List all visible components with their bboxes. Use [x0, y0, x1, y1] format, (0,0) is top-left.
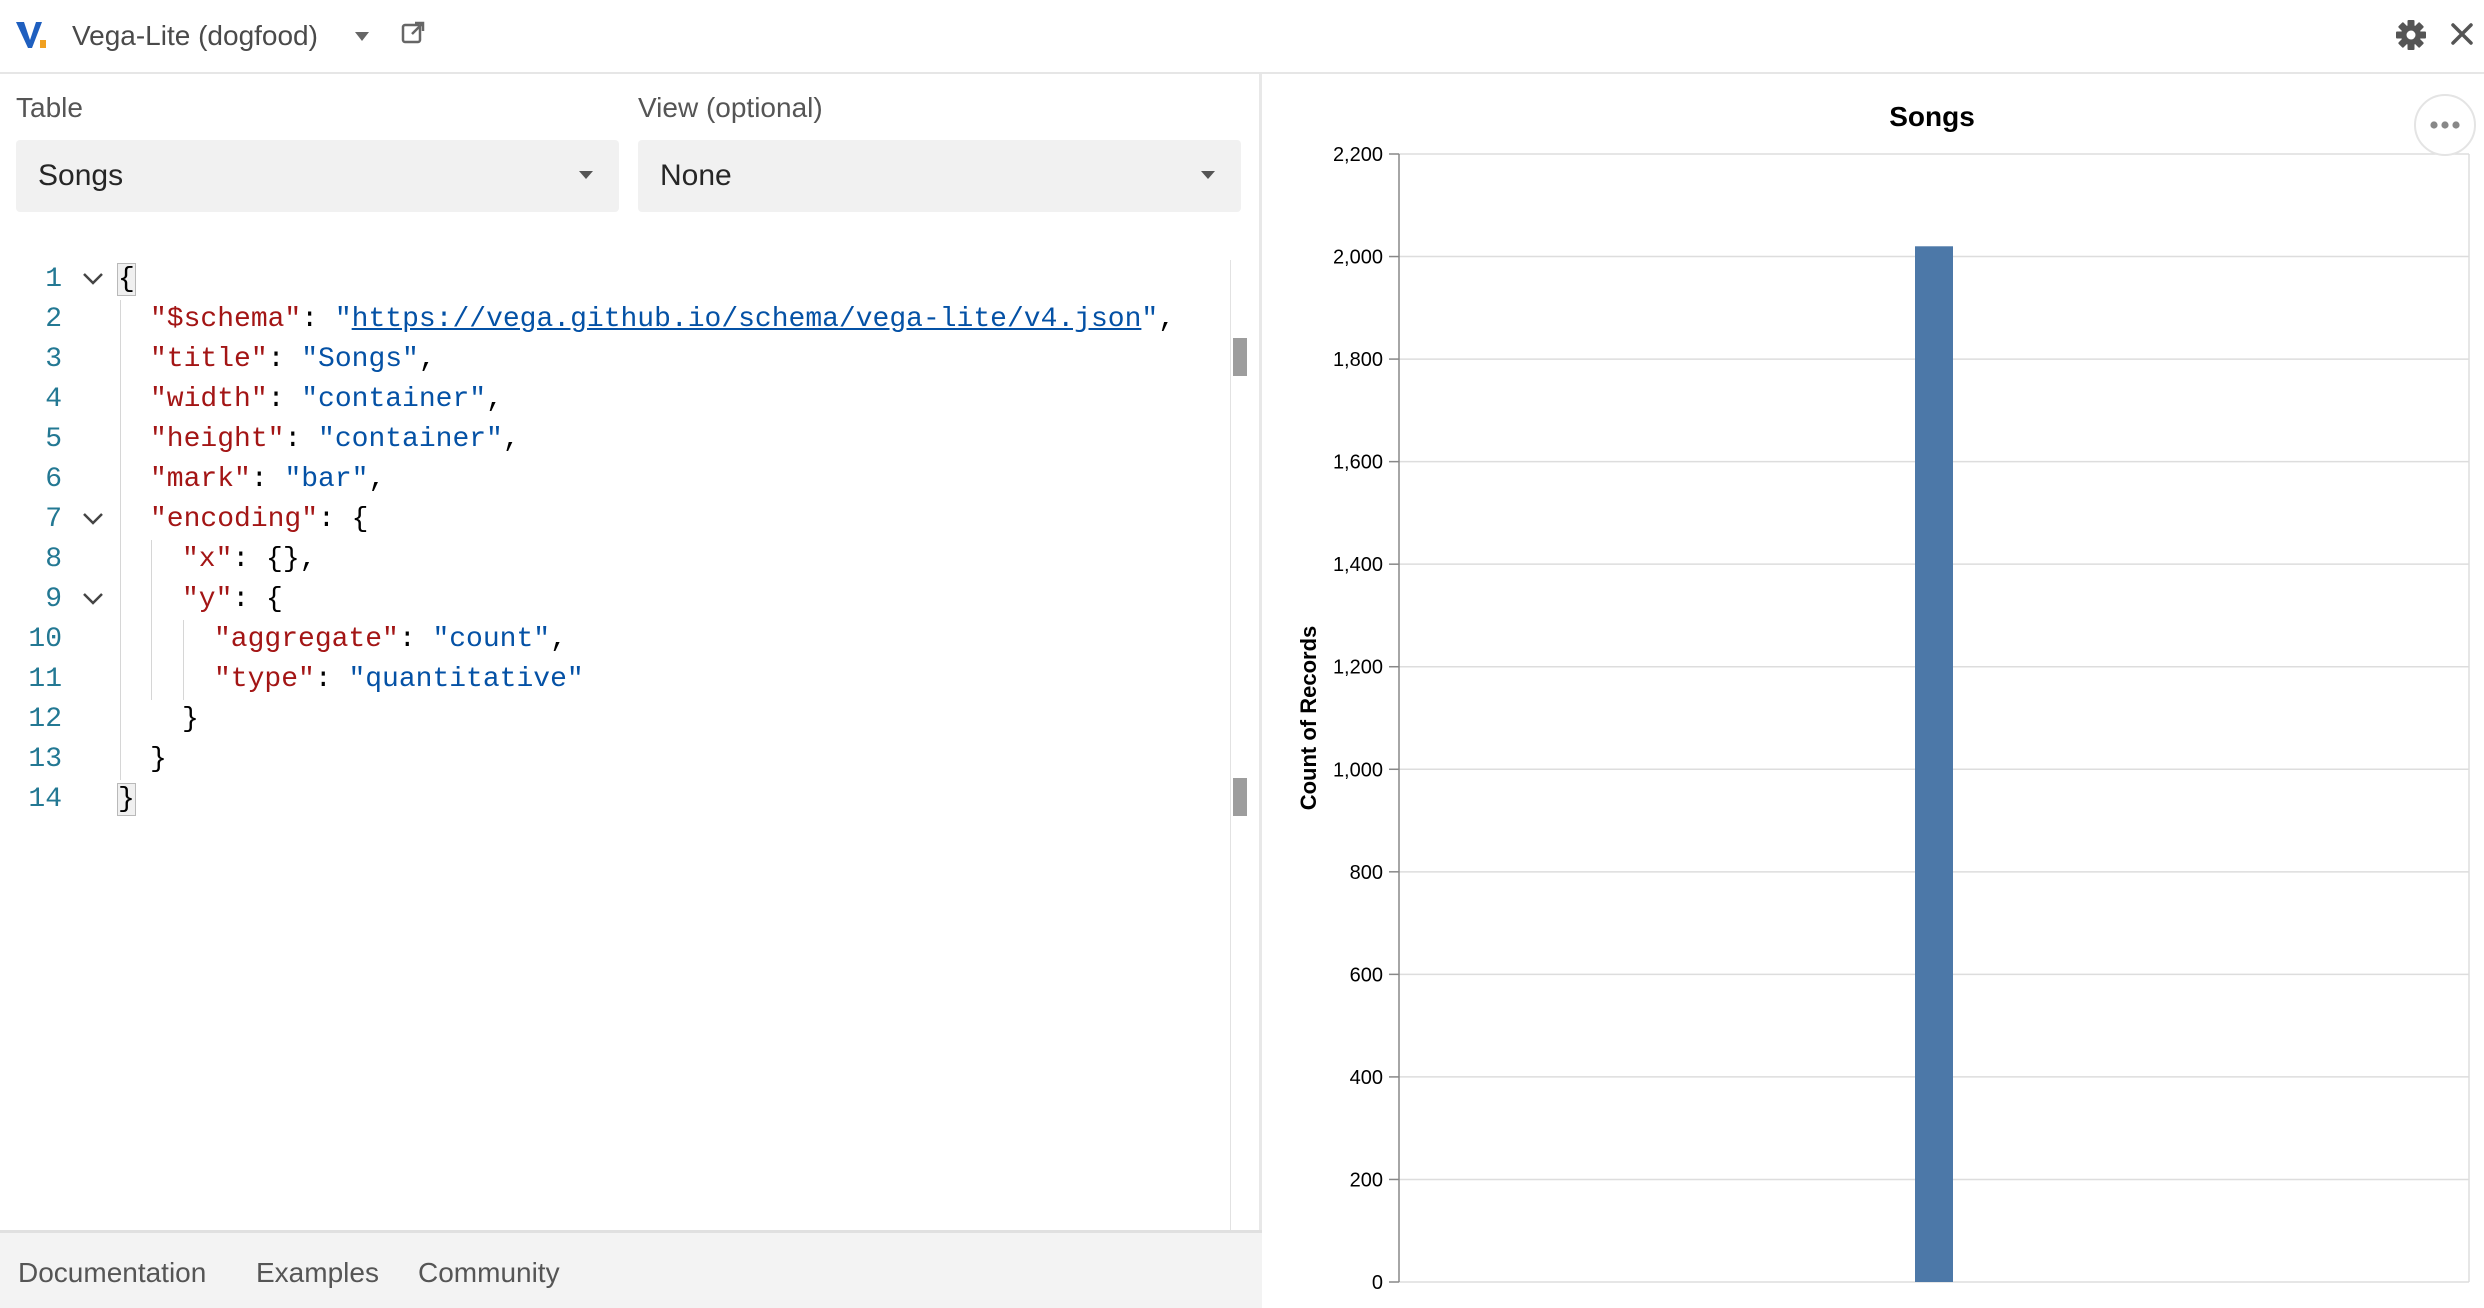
json-editor[interactable]: 1 { 2 "$schema": "https://vega.github.io…	[0, 260, 1250, 1230]
app-title[interactable]: Vega-Lite (dogfood)	[72, 14, 318, 58]
view-select-value: None	[660, 159, 732, 192]
app-header: Vega-Lite (dogfood)	[0, 0, 2484, 74]
editor-scrollbar[interactable]	[1230, 260, 1231, 1230]
code-line: 13 }	[28, 744, 167, 775]
code-line: 8 "x": {},	[45, 544, 317, 575]
y-tick-label: 600	[1350, 964, 1383, 986]
code-line: 3 "title": "Songs",	[45, 344, 436, 375]
y-tick-label: 400	[1350, 1067, 1383, 1089]
code-line: 6 "mark": "bar",	[45, 464, 386, 495]
scrollbar-marker	[1233, 338, 1247, 376]
view-label: View (optional)	[638, 92, 823, 123]
code-line: 5 "height": "container",	[45, 424, 520, 455]
chevron-down-icon[interactable]	[350, 26, 374, 46]
y-tick-label: 1,200	[1333, 657, 1383, 679]
y-axis-title: Count of Records	[1296, 626, 1321, 811]
y-tick-label: 2,000	[1333, 247, 1383, 269]
chart-pane: 0 200 400 600 800 1,000 1,200 1,400 1,600 1,800 2,…	[1265, 74, 2484, 1308]
popout-icon[interactable]	[400, 20, 426, 46]
chart-title: Songs	[1889, 101, 1975, 132]
documentation-link[interactable]: Documentation	[18, 1257, 206, 1289]
chevron-down-icon	[1201, 171, 1215, 179]
code-line: 9 "y": {	[45, 584, 283, 615]
code-line: 1 {	[45, 263, 136, 296]
chevron-down-icon	[579, 171, 593, 179]
code-line: 14 }	[28, 783, 136, 816]
footer: Documentation Examples Community	[0, 1230, 1262, 1308]
table-label: Table	[16, 92, 83, 123]
y-tick-label: 1,400	[1333, 554, 1383, 576]
fold-chevron-icon[interactable]	[80, 270, 106, 288]
ellipsis-icon	[2430, 121, 2460, 129]
y-tick-label: 0	[1372, 1272, 1383, 1294]
y-tick-label: 200	[1350, 1169, 1383, 1191]
code-line: 7 "encoding": {	[45, 504, 369, 535]
examples-link[interactable]: Examples	[256, 1257, 379, 1289]
fold-chevron-icon[interactable]	[80, 510, 106, 528]
y-tick-label: 1,800	[1333, 349, 1383, 371]
table-select-value: Songs	[38, 159, 124, 192]
code-line: 12 }	[28, 704, 199, 735]
y-tick-label: 2,200	[1333, 144, 1383, 166]
table-select[interactable]: Songs	[16, 140, 619, 212]
code-line: 2 "$schema": "https://vega.github.io/sch…	[45, 304, 1176, 335]
code-line: 10 "aggregate": "count",	[28, 624, 567, 655]
editor-pane: Table Songs View (optional) None 1 { 2 "…	[0, 74, 1262, 1308]
code-line: 4 "width": "container",	[45, 384, 503, 415]
gear-icon[interactable]	[2394, 18, 2428, 52]
schema-link[interactable]: https://vega.github.io/schema/vega-lite/…	[352, 304, 1142, 335]
scrollbar-marker	[1233, 778, 1247, 816]
y-tick-label: 1,600	[1333, 452, 1383, 474]
fold-chevron-icon[interactable]	[80, 590, 106, 608]
bar-chart: 0 200 400 600 800 1,000 1,200 1,400 1,600 1,800 2,…	[1296, 101, 2470, 1294]
community-link[interactable]: Community	[418, 1257, 560, 1289]
close-icon[interactable]	[2448, 20, 2476, 48]
y-tick-label: 800	[1350, 862, 1383, 884]
bar[interactable]	[1915, 246, 1953, 1283]
y-tick-label: 1,000	[1333, 759, 1383, 781]
view-select[interactable]: None	[638, 140, 1241, 212]
vega-logo-icon	[16, 22, 46, 48]
more-actions-button[interactable]	[2414, 94, 2476, 156]
code-line: 11 "type": "quantitative"	[28, 664, 584, 695]
